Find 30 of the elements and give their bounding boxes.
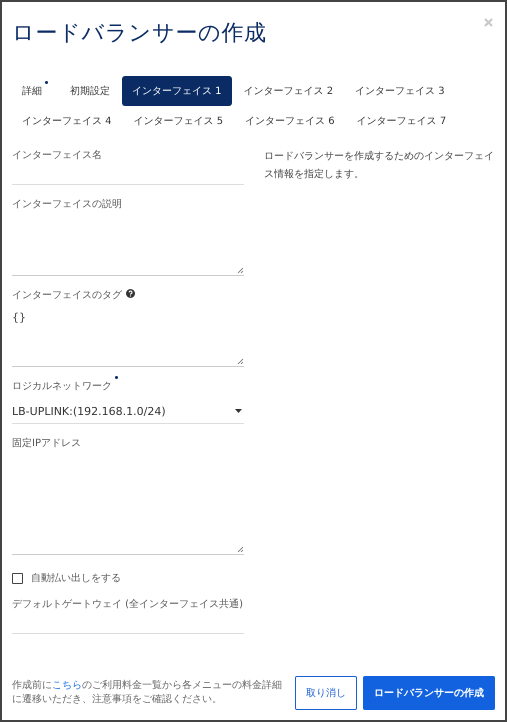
resize-grip-icon[interactable]: [237, 546, 244, 553]
resize-grip-icon[interactable]: [237, 358, 244, 365]
tab[interactable]: インターフェイス 4: [12, 106, 122, 136]
cancel-button[interactable]: 取り消し: [295, 676, 357, 710]
create-button[interactable]: ロードバランサーの作成: [363, 676, 495, 710]
tab[interactable]: インターフェイス 2: [234, 76, 344, 106]
link[interactable]: こちら: [52, 680, 82, 691]
tab[interactable]: インターフェイス 6: [235, 106, 345, 136]
resize-grip-icon[interactable]: [237, 267, 244, 274]
dialog-title: ロードバランサーの作成: [12, 20, 266, 48]
checkbox-label: 自動払い出しをする: [31, 572, 121, 585]
tab[interactable]: 詳細: [12, 76, 58, 106]
tab[interactable]: インターフェイス 3: [345, 76, 455, 106]
help-icon[interactable]: [126, 289, 135, 298]
tab[interactable]: インターフェイス 1: [122, 76, 232, 106]
tab[interactable]: インターフェイス 5: [124, 106, 234, 136]
text-area[interactable]: {}: [12, 306, 244, 367]
dropdown[interactable]: LB-UPLINK:(192.168.1.0/24): [12, 399, 244, 424]
field-label: デフォルトゲートウェイ (全インターフェイス共通): [12, 598, 243, 611]
notice-text: 作成前にこちらのご利用料金一覧から各メニューの料金詳細に遷移いただき、注意事項をご確認ください。: [12, 679, 283, 707]
field-label: ロジカルネットワーク: [12, 379, 118, 393]
field-label: インターフェイスのタグ: [12, 289, 122, 302]
description-text: ロードバランサーを作成するためのインターフェイス情報を指定します。: [264, 150, 495, 182]
field-label: インターフェイスの説明: [12, 198, 122, 211]
checkbox[interactable]: [12, 572, 23, 584]
caret-icon: [235, 409, 242, 413]
field-label: 固定IPアドレス: [12, 436, 81, 450]
field-label: インターフェイス名: [12, 149, 102, 162]
tab[interactable]: 初期設定: [60, 76, 120, 106]
tab[interactable]: インターフェイス 7: [346, 106, 456, 136]
